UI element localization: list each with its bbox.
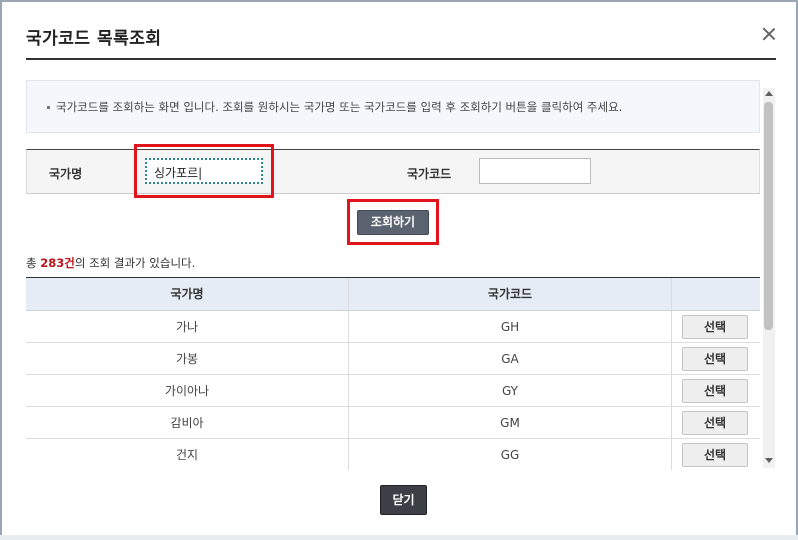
vertical-scrollbar[interactable] — [763, 88, 775, 468]
select-button[interactable]: 선택 — [682, 315, 748, 339]
header-country-code: 국가코드 — [349, 278, 672, 310]
scroll-down-arrow-icon[interactable] — [765, 458, 773, 463]
country-code-dialog: 국가코드 목록조회 국가코드를 조회하는 화면 입니다. 조회를 원하시는 국가… — [0, 0, 798, 540]
select-button[interactable]: 선택 — [682, 443, 748, 467]
country-name-label: 국가명 — [49, 167, 83, 181]
cell-country-code: GY — [349, 375, 672, 406]
table-row: 감비아 GM 선택 — [26, 407, 760, 439]
cell-country-code: GG — [349, 439, 672, 470]
scroll-up-arrow-icon[interactable] — [765, 91, 773, 96]
scroll-thumb[interactable] — [764, 102, 773, 330]
dialog-title: 국가코드 목록조회 — [26, 29, 162, 49]
country-code-input[interactable] — [479, 158, 591, 184]
table-row: 가이아나 GY 선택 — [26, 375, 760, 407]
cell-country-name: 감비아 — [26, 407, 349, 438]
dialog-content: 국가코드를 조회하는 화면 입니다. 조회를 원하시는 국가명 또는 국가코드를… — [26, 80, 762, 470]
result-count: 총 283건의 조회 결과가 있습니다. — [26, 256, 196, 270]
table-header: 국가명 국가코드 — [26, 278, 760, 311]
bullet-icon — [47, 106, 50, 109]
table-row: 가봉 GA 선택 — [26, 343, 760, 375]
highlight-box-name-input — [134, 144, 274, 198]
table-row: 건지 GG 선택 — [26, 439, 760, 470]
select-button[interactable]: 선택 — [682, 347, 748, 371]
close-button[interactable]: 닫기 — [380, 485, 427, 515]
country-code-label: 국가코드 — [407, 167, 452, 181]
select-button[interactable]: 선택 — [682, 411, 748, 435]
highlight-box-search-button — [347, 199, 439, 245]
table-row: 가나 GH 선택 — [26, 311, 760, 343]
title-divider — [26, 58, 776, 60]
close-icon[interactable] — [759, 24, 779, 44]
cell-country-code: GM — [349, 407, 672, 438]
select-button[interactable]: 선택 — [682, 379, 748, 403]
notice-text: 국가코드를 조회하는 화면 입니다. 조회를 원하시는 국가명 또는 국가코드를… — [56, 100, 623, 114]
cell-country-name: 가봉 — [26, 343, 349, 374]
cell-country-code: GH — [349, 311, 672, 342]
header-country-name: 국가명 — [26, 278, 349, 310]
cell-country-name: 가나 — [26, 311, 349, 342]
country-table: 국가명 국가코드 가나 GH 선택 가봉 GA 선택 가이아나 GY 선택 감비… — [26, 277, 760, 470]
header-action — [672, 278, 760, 310]
notice-box: 국가코드를 조회하는 화면 입니다. 조회를 원하시는 국가명 또는 국가코드를… — [26, 80, 760, 133]
cell-country-code: GA — [349, 343, 672, 374]
result-count-number: 283건 — [40, 256, 75, 270]
cell-country-name: 건지 — [26, 439, 349, 470]
cell-country-name: 가이아나 — [26, 375, 349, 406]
window-bottom-edge — [0, 535, 798, 540]
